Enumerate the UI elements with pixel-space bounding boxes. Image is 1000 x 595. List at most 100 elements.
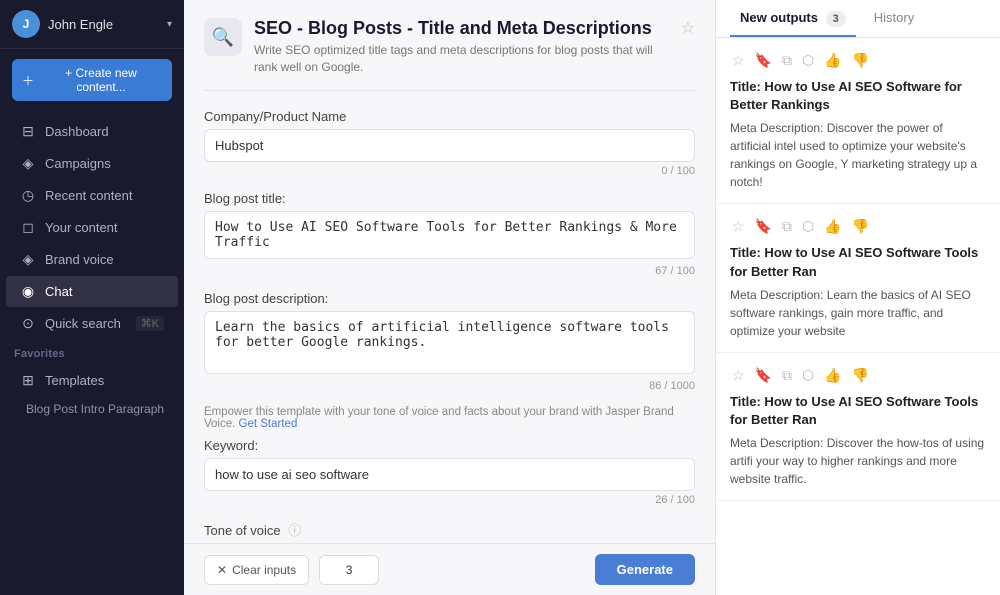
sidebar: J John Engle ▾ ＋ + Create new content...…: [0, 0, 184, 595]
tone-label: Tone of voice ⓘ: [204, 520, 695, 539]
your-content-icon: ◻: [20, 219, 36, 236]
blog-title-input[interactable]: [204, 211, 695, 259]
user-name: John Engle: [48, 17, 113, 32]
sidebar-item-label: Quick search: [45, 316, 121, 331]
results-tabs: New outputs 3 History: [716, 0, 1000, 38]
sidebar-item-blog-post-intro[interactable]: Blog Post Intro Paragraph: [0, 397, 184, 421]
tool-header: 🔍 SEO - Blog Posts - Title and Meta Desc…: [204, 18, 695, 91]
sidebar-item-recent-content[interactable]: ◷ Recent content: [6, 180, 178, 211]
bookmark-result-button[interactable]: 🔖: [753, 50, 774, 71]
sidebar-item-your-content[interactable]: ◻ Your content: [6, 212, 178, 243]
result-title: Title: How to Use AI SEO Software Tools …: [730, 393, 986, 429]
avatar: J: [12, 10, 40, 38]
form-panel: 🔍 SEO - Blog Posts - Title and Meta Desc…: [184, 0, 715, 543]
campaigns-icon: ◈: [20, 155, 36, 172]
blog-desc-label: Blog post description:: [204, 291, 695, 306]
tool-title: SEO - Blog Posts - Title and Meta Descri…: [254, 18, 669, 39]
result-description: Meta Description: Discover the power of …: [730, 119, 986, 191]
results-list: ☆ 🔖 ⧉ ⬡ 👍 👎 Title: How to Use AI SEO Sof…: [716, 38, 1000, 595]
bookmark-result-button[interactable]: 🔖: [753, 216, 774, 237]
share-result-button[interactable]: ⬡: [800, 216, 816, 237]
sidebar-item-dashboard[interactable]: ⊟ Dashboard: [6, 116, 178, 147]
seo-icon: 🔍: [212, 27, 234, 48]
tool-description: Write SEO optimized title tags and meta …: [254, 42, 669, 76]
sidebar-item-label: Dashboard: [45, 124, 109, 139]
generate-button[interactable]: Generate: [595, 554, 695, 585]
blog-title-label: Blog post title:: [204, 191, 695, 206]
keyword-label: Keyword:: [204, 438, 695, 453]
new-outputs-count: 3: [826, 11, 846, 27]
results-panel: New outputs 3 History ☆ 🔖 ⧉ ⬡ 👍 👎 Title:…: [715, 0, 1000, 595]
keyword-field-group: Keyword: 26 / 100: [204, 438, 695, 506]
result-title: Title: How to Use AI SEO Software Tools …: [730, 244, 986, 280]
sidebar-nav: ⊟ Dashboard ◈ Campaigns ◷ Recent content…: [0, 111, 184, 595]
brand-voice-hint: Empower this template with your tone of …: [204, 406, 695, 430]
clear-inputs-button[interactable]: ✕ Clear inputs: [204, 555, 309, 585]
copy-result-button[interactable]: ⧉: [780, 216, 794, 237]
plus-icon: ＋: [22, 72, 34, 89]
tool-info: SEO - Blog Posts - Title and Meta Descri…: [254, 18, 669, 76]
tone-info-icon: ⓘ: [288, 523, 301, 538]
keyword-input[interactable]: [204, 458, 695, 491]
tone-field-group: Tone of voice ⓘ 0 / 100: [204, 520, 695, 543]
thumbup-result-button[interactable]: 👍: [822, 50, 843, 71]
favorite-result-button[interactable]: ☆: [730, 216, 747, 237]
keyword-counter: 26 / 100: [204, 494, 695, 506]
create-new-content-button[interactable]: ＋ + Create new content...: [12, 59, 172, 101]
bookmark-result-button[interactable]: 🔖: [753, 365, 774, 386]
tool-icon: 🔍: [204, 18, 242, 56]
sidebar-item-label: Templates: [45, 373, 104, 388]
share-result-button[interactable]: ⬡: [800, 365, 816, 386]
result-description: Meta Description: Discover the how-tos o…: [730, 434, 986, 488]
favorite-button[interactable]: ☆: [681, 18, 695, 38]
result-description: Meta Description: Learn the basics of AI…: [730, 286, 986, 340]
thumbup-result-button[interactable]: 👍: [822, 365, 843, 386]
search-icon: ⊙: [20, 315, 36, 332]
favorites-label: Favorites: [0, 340, 184, 364]
recent-content-icon: ◷: [20, 187, 36, 204]
copy-result-button[interactable]: ⧉: [780, 50, 794, 71]
share-result-button[interactable]: ⬡: [800, 50, 816, 71]
outputs-count-input[interactable]: [319, 555, 379, 585]
company-counter: 0 / 100: [204, 165, 695, 177]
brand-voice-icon: ◈: [20, 251, 36, 268]
sidebar-item-label: Chat: [45, 284, 72, 299]
result-item: ☆ 🔖 ⧉ ⬡ 👍 👎 Title: How to Use AI SEO Sof…: [716, 38, 1000, 204]
sidebar-item-label: Your content: [45, 220, 118, 235]
copy-result-button[interactable]: ⧉: [780, 365, 794, 386]
result-actions-1: ☆ 🔖 ⧉ ⬡ 👍 👎: [730, 50, 986, 71]
company-field-group: Company/Product Name 0 / 100: [204, 109, 695, 177]
result-title: Title: How to Use AI SEO Software for Be…: [730, 78, 986, 114]
thumbdown-result-button[interactable]: 👎: [850, 216, 871, 237]
thumbdown-result-button[interactable]: 👎: [850, 50, 871, 71]
sidebar-item-campaigns[interactable]: ◈ Campaigns: [6, 148, 178, 179]
get-started-link[interactable]: Get Started: [239, 418, 298, 430]
main-content: 🔍 SEO - Blog Posts - Title and Meta Desc…: [184, 0, 715, 595]
company-input[interactable]: [204, 129, 695, 162]
blog-desc-field-group: Blog post description: 86 / 1000: [204, 291, 695, 392]
sidebar-item-label: Recent content: [45, 188, 132, 203]
thumbup-result-button[interactable]: 👍: [822, 216, 843, 237]
favorite-result-button[interactable]: ☆: [730, 50, 747, 71]
user-menu[interactable]: J John Engle: [12, 10, 113, 38]
blog-desc-input[interactable]: [204, 311, 695, 374]
templates-icon: ⊞: [20, 372, 36, 389]
sidebar-item-brand-voice[interactable]: ◈ Brand voice: [6, 244, 178, 275]
shortcut-badge: ⌘K: [136, 316, 164, 331]
sidebar-item-quick-search[interactable]: ⊙ Quick search ⌘K: [6, 308, 178, 339]
sidebar-item-templates[interactable]: ⊞ Templates: [6, 365, 178, 396]
company-label: Company/Product Name: [204, 109, 695, 124]
result-actions-3: ☆ 🔖 ⧉ ⬡ 👍 👎: [730, 365, 986, 386]
sidebar-item-label: Campaigns: [45, 156, 111, 171]
sidebar-item-chat[interactable]: ◉ Chat: [6, 276, 178, 307]
favorite-result-button[interactable]: ☆: [730, 365, 747, 386]
result-actions-2: ☆ 🔖 ⧉ ⬡ 👍 👎: [730, 216, 986, 237]
blog-post-intro-label: Blog Post Intro Paragraph: [26, 402, 164, 416]
tab-new-outputs[interactable]: New outputs 3: [730, 0, 856, 37]
chat-icon: ◉: [20, 283, 36, 300]
tab-history[interactable]: History: [864, 0, 924, 37]
thumbdown-result-button[interactable]: 👎: [850, 365, 871, 386]
blog-title-counter: 67 / 100: [204, 265, 695, 277]
blog-title-field-group: Blog post title: 67 / 100: [204, 191, 695, 277]
result-item: ☆ 🔖 ⧉ ⬡ 👍 👎 Title: How to Use AI SEO Sof…: [716, 204, 1000, 352]
